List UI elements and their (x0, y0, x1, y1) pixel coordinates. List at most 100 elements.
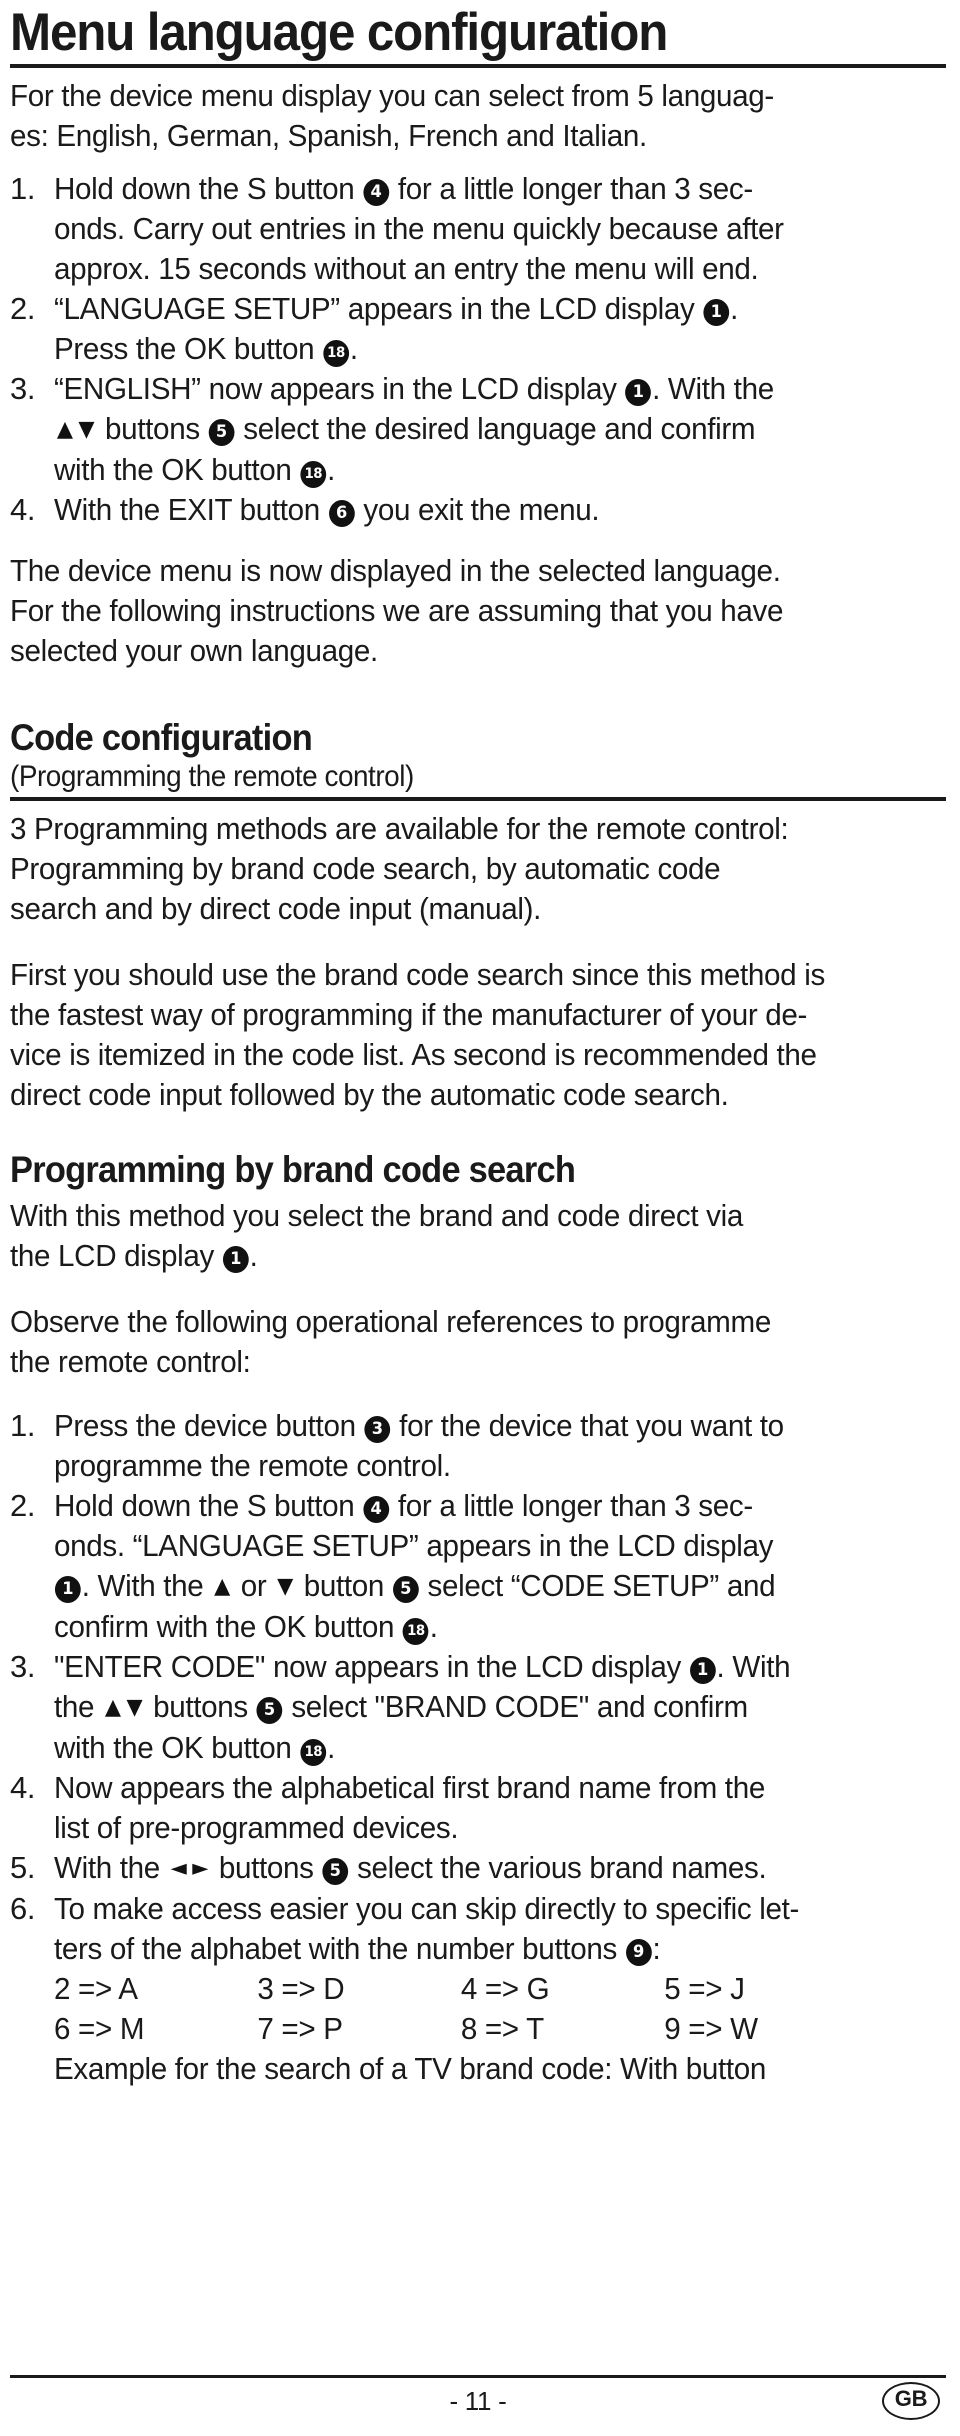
arrow-up-icon: ▲ (104, 1695, 121, 1721)
step-number: 3. (10, 371, 36, 407)
badge-arrow-buttons: 5 (208, 419, 235, 447)
badge-ok-button: 18 (323, 340, 349, 368)
badge-arrow-buttons: 5 (322, 1858, 349, 1886)
outro-line-3: selected your own language. (10, 633, 378, 669)
step-body: "ENTER CODE" now appears in the LCD disp… (54, 1647, 906, 1768)
brand-search-paragraph-1: With this method you select the brand an… (10, 1196, 904, 1276)
intro-line-2: es: English, German, Spanish, French and… (10, 118, 647, 154)
step-line: onds. “LANGUAGE SETUP” appears in the LC… (54, 1528, 774, 1564)
step-line: “LANGUAGE SETUP” appears in the LCD disp… (54, 291, 738, 327)
list-item: 1. Hold down the S button 4 for a little… (10, 169, 946, 289)
step-number: 1. (10, 171, 36, 207)
table-row: 6 => M 7 => P 8 => T 9 => W (54, 2009, 906, 2049)
page-title: Menu language configuration (10, 3, 668, 62)
list-item: 4. Now appears the alphabetical first br… (10, 1768, 946, 1848)
step-line: with the OK button 18. (54, 452, 336, 489)
outro-line-1: The device menu is now displayed in the … (10, 553, 781, 589)
paragraph-line: the LCD display 1. (10, 1238, 258, 1274)
list-item: 4. With the EXIT button 6 you exit the m… (10, 490, 946, 530)
page-number: - 11 - (449, 2386, 507, 2416)
paragraph-line: With this method you select the brand an… (10, 1198, 744, 1234)
code-config-paragraph-2: First you should use the brand code sear… (10, 955, 904, 1115)
step-body: Hold down the S button 4 for a little lo… (54, 1486, 906, 1647)
arrow-down-icon: ▼ (78, 417, 95, 443)
badge-number-buttons: 9 (625, 1939, 652, 1967)
badge-arrow-buttons: 5 (256, 1697, 283, 1725)
paragraph-line: Programming by brand code search, by aut… (10, 851, 721, 887)
badge-s-button: 4 (363, 1496, 390, 1524)
footer-divider (10, 2375, 946, 2378)
step-line: To make access easier you can skip direc… (54, 1891, 800, 1927)
manual-page: Menu language configuration For the devi… (0, 0, 960, 2436)
code-configuration-subheading: (Programming the remote control) (10, 759, 414, 793)
paragraph-line: First you should use the brand code sear… (10, 957, 825, 993)
step-number: 6. (10, 1891, 36, 1927)
table-cell: 2 => A (54, 1971, 138, 2007)
intro-line-1: For the device menu display you can sele… (10, 78, 774, 114)
step-line: ters of the alphabet with the number but… (54, 1931, 661, 1967)
badge-ok-button: 18 (300, 1739, 327, 1767)
step-line: programme the remote control. (54, 1448, 451, 1484)
footer-inner: - 11 - GB (10, 2382, 946, 2428)
badge-lcd-display: 1 (625, 379, 652, 407)
step-line: Hold down the S button 4 for a little lo… (54, 171, 753, 207)
step-number: 4. (10, 492, 36, 528)
list-item: 5. With the ◄ ► buttons 5 select the vari… (10, 1848, 946, 1889)
badge-ok-button: 18 (300, 461, 327, 489)
table-cell: 4 => G (460, 1971, 550, 2007)
example-line: Example for the search of a TV brand cod… (54, 2051, 767, 2087)
list-item: 2. “LANGUAGE SETUP” appears in the LCD d… (10, 289, 946, 369)
step-body: Now appears the alphabetical first brand… (54, 1768, 906, 1848)
table-cell: 9 => W (664, 2011, 758, 2047)
step-line: Press the OK button 18. (54, 331, 358, 368)
step-line: With the EXIT button 6 you exit the menu… (54, 492, 600, 528)
step-body: Hold down the S button 4 for a little lo… (54, 169, 906, 289)
intro-paragraph: For the device menu display you can sele… (10, 76, 904, 156)
list-item: 2. Hold down the S button 4 for a little… (10, 1486, 946, 1647)
badge-lcd-display: 1 (222, 1246, 249, 1274)
brand-search-paragraph-2: Observe the following operational refere… (10, 1302, 904, 1382)
step-body: With the ◄ ► buttons 5 select the various… (54, 1848, 906, 1889)
paragraph-line: direct code input followed by the automa… (10, 1077, 729, 1113)
badge-lcd-display: 1 (703, 299, 730, 327)
badge-exit-button: 6 (328, 500, 355, 528)
step-line: approx. 15 seconds without an entry the … (54, 251, 759, 287)
step-line: onds. Carry out entries in the menu quic… (54, 211, 784, 247)
step-line: 1. With the ▲ or ▼ button 5 select “CODE… (54, 1566, 906, 1607)
table-cell: 6 => M (54, 2011, 145, 2047)
paragraph-line: 3 Programming methods are available for … (10, 811, 789, 847)
step-line: Hold down the S button 4 for a little lo… (54, 1488, 753, 1524)
code-configuration-heading: Code configuration (10, 717, 313, 759)
step-number: 3. (10, 1649, 36, 1685)
title-divider (10, 64, 946, 69)
paragraph-line: the fastest way of programming if the ma… (10, 997, 808, 1033)
step-line: “ENGLISH” now appears in the LCD display… (54, 371, 774, 407)
badge-ok-button: 18 (403, 1618, 429, 1646)
step-body: With the EXIT button 6 you exit the menu… (54, 490, 906, 530)
badge-s-button: 4 (363, 179, 390, 207)
step-number: 4. (10, 1770, 36, 1806)
step-number: 5. (10, 1850, 36, 1886)
table-cell: 7 => P (257, 2011, 343, 2047)
paragraph-line: search and by direct code input (manual)… (10, 891, 542, 927)
list-item: 3. "ENTER CODE" now appears in the LCD d… (10, 1647, 946, 1768)
table-row: 2 => A 3 => D 4 => G 5 => J (54, 1969, 906, 2009)
step-line: Now appears the alphabetical first brand… (54, 1770, 765, 1806)
language-badge: GB (882, 2382, 940, 2420)
paragraph-line: vice is itemized in the code list. As se… (10, 1037, 817, 1073)
code-config-paragraph-1: 3 Programming methods are available for … (10, 809, 904, 929)
step-number: 1. (10, 1408, 36, 1444)
language-steps-list: 1. Hold down the S button 4 for a little… (10, 169, 946, 530)
table-cell: 3 => D (257, 1971, 345, 2007)
step-number: 2. (10, 1488, 36, 1524)
step-line: Press the device button 3 for the device… (54, 1408, 784, 1444)
arrow-down-icon: ▼ (277, 1574, 293, 1600)
brand-code-search-heading: Programming by brand code search (10, 1149, 576, 1191)
brand-code-steps-list: 1. Press the device button 3 for the dev… (10, 1406, 946, 2089)
step-line: list of pre-programmed devices. (54, 1810, 459, 1846)
table-cell: 8 => T (460, 2011, 544, 2047)
arrow-up-icon: ▲ (56, 417, 73, 443)
section-divider (10, 797, 946, 802)
arrow-right-icon: ► (192, 1856, 209, 1882)
arrow-up-icon: ▲ (214, 1574, 230, 1600)
